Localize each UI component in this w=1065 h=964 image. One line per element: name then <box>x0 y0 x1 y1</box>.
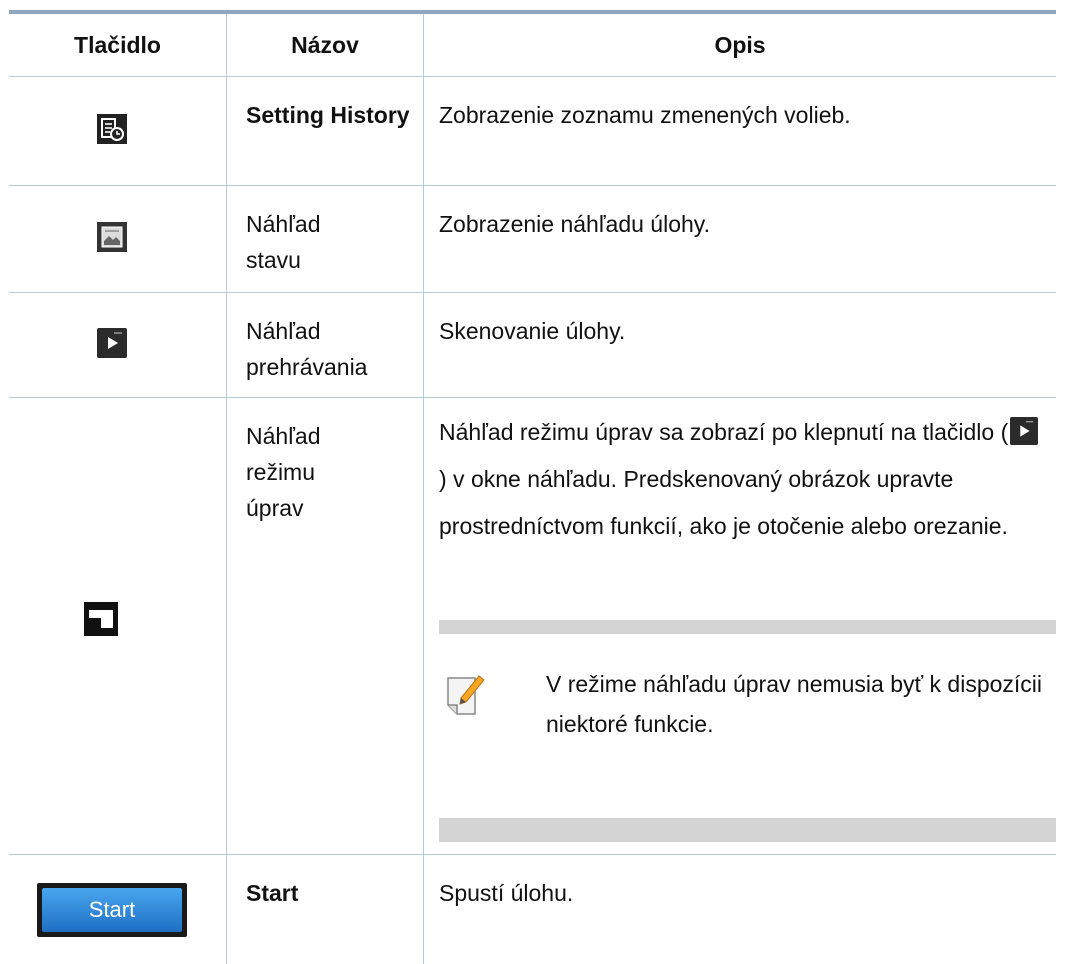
note-box: V režime náhľadu úprav nemusia byť k dis… <box>439 620 1056 842</box>
start-button[interactable]: Start <box>37 883 187 937</box>
status-preview-icon <box>97 222 127 252</box>
table-row: Náhľad prehrávania Skenovanie úlohy. <box>9 293 1056 398</box>
header-description: Opis <box>423 14 1056 76</box>
play-preview-icon <box>97 328 127 358</box>
row-name: Náhľad stavu <box>246 211 321 273</box>
row-description: Zobrazenie zoznamu zmenených volieb. <box>439 102 851 128</box>
row-name: Náhľad prehrávania <box>246 318 368 380</box>
note-text: V režime náhľadu úprav nemusia byť k dis… <box>546 671 1043 737</box>
play-icon <box>1010 417 1039 445</box>
row-description: Spustí úlohu. <box>439 880 574 906</box>
buttons-table: Tlačidlo Názov Opis Setting History Zobr… <box>9 10 1056 964</box>
start-button-label: Start <box>42 888 182 932</box>
row-name: Náhľad režimu úprav <box>246 423 321 521</box>
header-name: Názov <box>226 14 423 76</box>
table-row: Náhľad režimu úprav Náhľad režimu úprav … <box>9 398 1056 855</box>
row-description: Skenovanie úlohy. <box>439 318 626 344</box>
note-pencil-icon <box>447 675 485 715</box>
table-row: Setting History Zobrazenie zoznamu zmene… <box>9 77 1056 186</box>
table-row: Náhľad stavu Zobrazenie náhľadu úlohy. <box>9 186 1056 293</box>
table-row: Start Start Spustí úlohu. <box>9 855 1056 964</box>
row-name: Start <box>246 880 299 906</box>
table-header-row: Tlačidlo Názov Opis <box>9 14 1056 77</box>
setting-history-icon <box>97 114 127 144</box>
edit-mode-preview-icon <box>84 602 118 636</box>
row-name: Setting History <box>246 102 410 128</box>
row-description: Náhľad režimu úprav sa zobrazí po klepnu… <box>424 398 1056 550</box>
header-button: Tlačidlo <box>74 31 161 58</box>
row-description: Zobrazenie náhľadu úlohy. <box>439 211 710 237</box>
